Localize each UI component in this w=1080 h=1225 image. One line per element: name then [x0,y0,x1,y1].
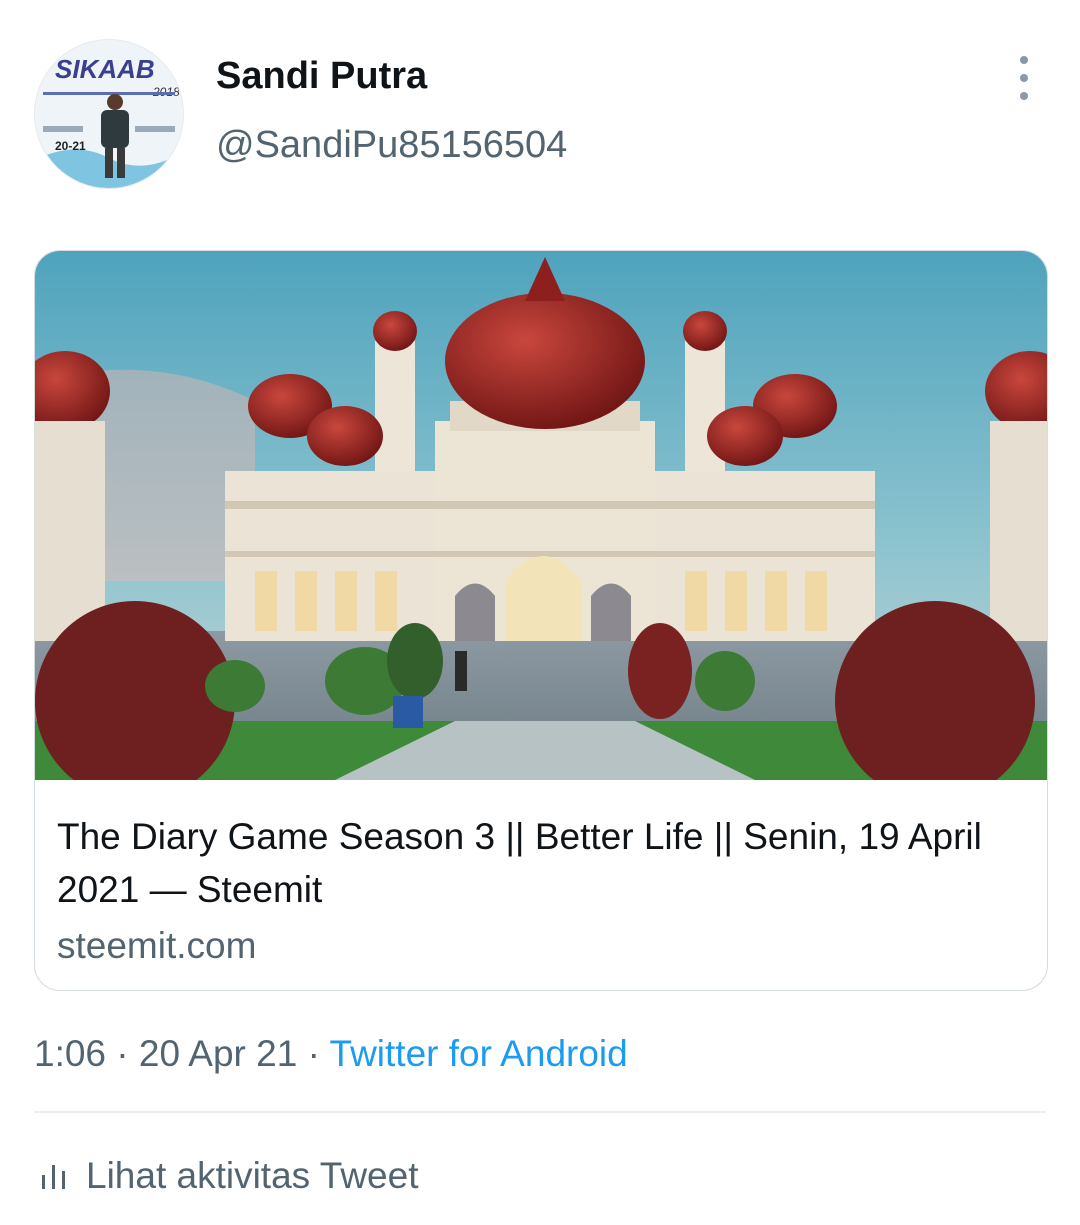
avatar[interactable]: SIKAAB 2018 20-21 [34,39,184,189]
avatar-date-text: 20-21 [55,139,86,153]
tweet-time[interactable]: 1:06 [34,1033,106,1074]
tweet-meta: 1:06 · 20 Apr 21 · Twitter for Android [34,1033,628,1075]
more-options-button[interactable] [1004,56,1044,100]
more-vertical-icon-dot [1020,74,1028,82]
meta-separator: · [116,1033,139,1074]
link-preview-card[interactable]: The Diary Game Season 3 || Better Life |… [34,250,1048,991]
view-tweet-activity-button[interactable]: Lihat aktivitas Tweet [40,1155,419,1197]
meta-separator: · [307,1033,330,1074]
mosque-image [35,251,1047,780]
author-name[interactable]: Sandi Putra [216,55,427,98]
tweet-source-link[interactable]: Twitter for Android [330,1033,628,1074]
divider [34,1111,1046,1113]
card-title: The Diary Game Season 3 || Better Life |… [57,816,982,910]
avatar-image: SIKAAB 2018 20-21 [35,40,183,188]
avatar-logo-text: SIKAAB [55,54,155,84]
more-vertical-icon [1020,56,1028,64]
tweet-date[interactable]: 20 Apr 21 [139,1033,297,1074]
card-domain: steemit.com [57,925,257,966]
view-tweet-activity-label: Lihat aktivitas Tweet [86,1155,419,1196]
bar-chart-icon [42,1165,65,1189]
more-vertical-icon-dot [1020,92,1028,100]
author-handle[interactable]: @SandiPu85156504 [216,124,567,167]
